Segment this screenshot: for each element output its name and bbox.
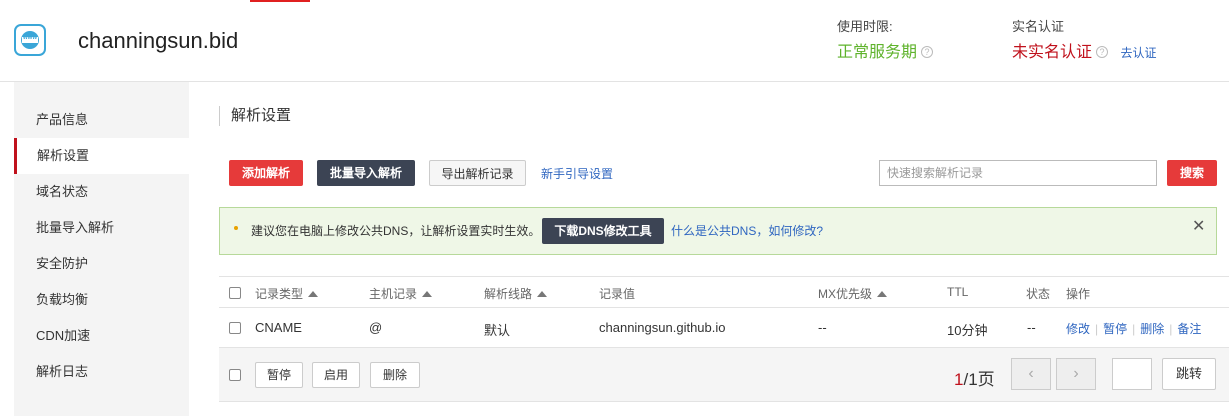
record-operations: 修改 | 暂停 | 删除 | 备注 <box>1066 322 1202 336</box>
sidebar-item-security[interactable]: 安全防护 <box>14 246 189 282</box>
prev-page-button[interactable]: ‹ <box>1011 358 1051 390</box>
notice-text: 建议您在电脑上修改公共DNS，让解析设置实时生效。 <box>251 224 541 238</box>
column-mx-label: MX优先级 <box>818 287 873 301</box>
table-row: CNAME @ 默认 channingsun.github.io -- 10分钟… <box>219 308 1229 348</box>
bullet-icon <box>234 226 238 230</box>
sidebar-item-domain-status[interactable]: 域名状态 <box>14 174 189 210</box>
download-dns-tool-button[interactable]: 下载DNS修改工具 <box>542 218 664 244</box>
footer-select-all-checkbox[interactable] <box>229 369 241 381</box>
search-button[interactable]: 搜索 <box>1167 160 1217 186</box>
record-line: 默认 <box>484 323 511 338</box>
guide-settings-link[interactable]: 新手引导设置 <box>541 165 613 182</box>
column-mx: MX优先级 <box>818 285 888 302</box>
batch-enable-button[interactable]: 启用 <box>312 362 360 388</box>
sidebar: 产品信息 解析设置 域名状态 批量导入解析 安全防护 负载均衡 CDN加速 解析… <box>14 82 189 416</box>
pause-link[interactable]: 暂停 <box>1103 322 1127 336</box>
jump-page-button[interactable]: 跳转 <box>1162 358 1216 390</box>
column-status: 状态 <box>1026 287 1051 301</box>
chevron-right-icon: › <box>1073 365 1079 382</box>
page-number-input[interactable] <box>1112 358 1152 390</box>
next-page-button[interactable]: › <box>1056 358 1096 390</box>
select-all-checkbox[interactable] <box>229 287 241 299</box>
row-checkbox[interactable] <box>229 322 241 334</box>
search-input[interactable] <box>879 160 1157 186</box>
www-globe-icon: www <box>14 24 46 56</box>
sort-icon[interactable] <box>877 291 888 297</box>
total-pages: /1页 <box>963 370 995 389</box>
realname-status: 未实名认证? 去认证 <box>1012 38 1156 62</box>
help-icon[interactable]: ? <box>921 46 934 58</box>
service-period-label: 使用时限: <box>837 19 893 34</box>
domain-title: channingsun.bid <box>78 28 239 53</box>
sidebar-item-dns-log[interactable]: 解析日志 <box>14 354 189 390</box>
sort-icon[interactable] <box>537 291 548 297</box>
public-dns-help-link[interactable]: 什么是公共DNS，如何修改? <box>671 222 823 239</box>
note-link[interactable]: 备注 <box>1177 322 1201 336</box>
export-records-button[interactable]: 导出解析记录 <box>429 160 526 186</box>
record-value: channingsun.github.io <box>599 320 726 335</box>
sidebar-item-cdn[interactable]: CDN加速 <box>14 318 189 354</box>
record-ttl: 10分钟 <box>947 323 988 338</box>
sort-icon[interactable] <box>308 291 319 297</box>
column-record-type: 记录类型 <box>255 285 319 302</box>
sidebar-item-dns-settings[interactable]: 解析设置 <box>14 138 189 174</box>
delete-link[interactable]: 删除 <box>1140 322 1164 336</box>
close-icon[interactable]: ✕ <box>1192 216 1205 236</box>
domain-header: www channingsun.bid 使用时限: 正常服务期? 实名认证 未实… <box>0 0 1229 82</box>
page-indicator: 1/1页 <box>954 365 995 390</box>
table-footer: 暂停 启用 删除 1/1页 ‹ › 跳转 <box>219 348 1229 402</box>
record-status: -- <box>1027 320 1036 335</box>
realname-label: 实名认证 <box>1012 19 1065 34</box>
add-record-button[interactable]: 添加解析 <box>229 160 303 186</box>
chevron-left-icon: ‹ <box>1028 365 1034 382</box>
column-line-label: 解析线路 <box>484 287 533 301</box>
column-ttl: TTL <box>947 285 969 299</box>
column-record-type-label: 记录类型 <box>255 287 304 301</box>
record-host: @ <box>369 320 383 335</box>
column-host-label: 主机记录 <box>369 287 418 301</box>
batch-pause-button[interactable]: 暂停 <box>255 362 303 388</box>
record-type: CNAME <box>255 320 302 335</box>
batch-delete-button[interactable]: 删除 <box>370 362 420 388</box>
batch-import-button[interactable]: 批量导入解析 <box>317 160 415 186</box>
sort-icon[interactable] <box>422 291 433 297</box>
column-line: 解析线路 <box>484 285 548 302</box>
service-period-value: 正常服务期 <box>837 44 918 61</box>
column-ops: 操作 <box>1066 287 1091 301</box>
public-dns-notice: 建议您在电脑上修改公共DNS，让解析设置实时生效。 下载DNS修改工具 什么是公… <box>219 207 1217 255</box>
column-host: 主机记录 <box>369 285 433 302</box>
service-period-status: 正常服务期? <box>837 38 934 62</box>
sidebar-item-batch-import[interactable]: 批量导入解析 <box>14 210 189 246</box>
record-mx: -- <box>818 320 827 335</box>
realname-value: 未实名认证 <box>1012 44 1093 61</box>
help-icon[interactable]: ? <box>1096 46 1109 58</box>
sidebar-item-load-balance[interactable]: 负载均衡 <box>14 282 189 318</box>
verify-link[interactable]: 去认证 <box>1120 46 1156 60</box>
page-title: 解析设置 <box>219 106 291 126</box>
column-value: 记录值 <box>599 287 636 301</box>
table-header: 记录类型 主机记录 解析线路 记录值 MX优先级 TTL 状态 操作 <box>219 276 1229 308</box>
edit-link[interactable]: 修改 <box>1066 322 1090 336</box>
sidebar-item-product-info[interactable]: 产品信息 <box>14 102 189 138</box>
